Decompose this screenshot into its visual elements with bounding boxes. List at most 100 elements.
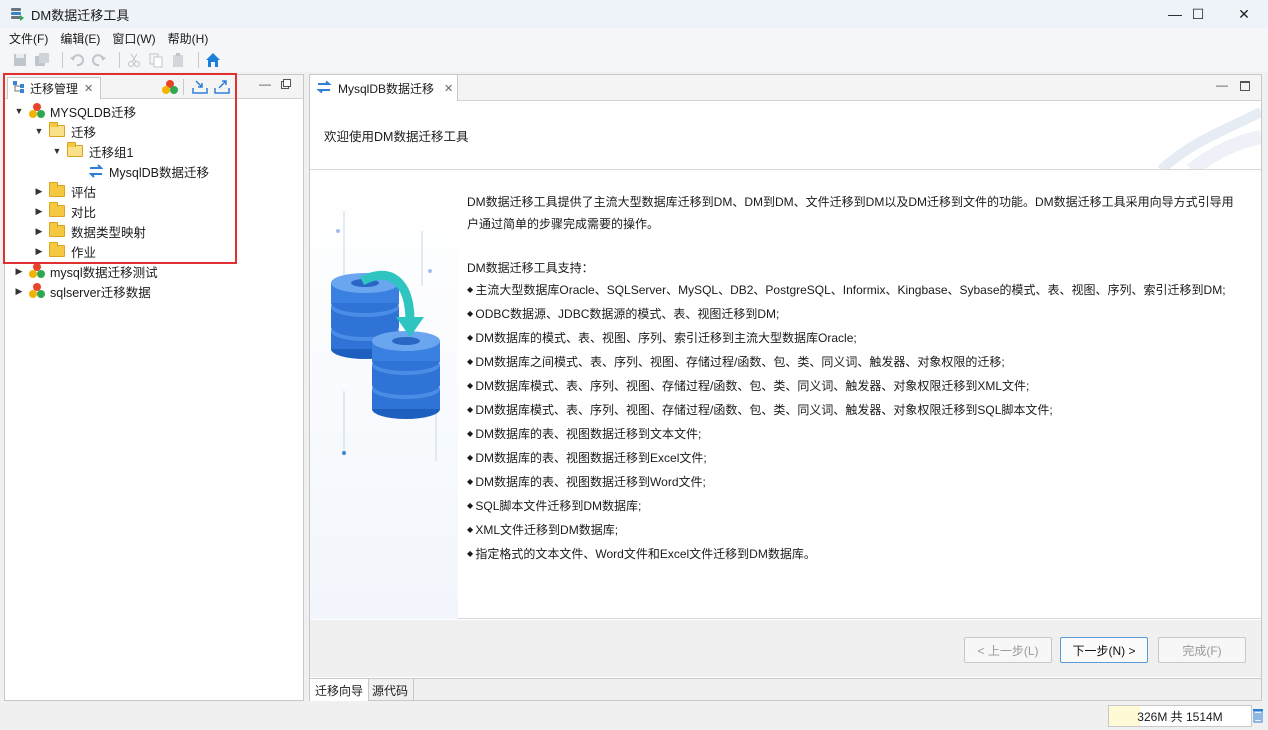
- tab-label: MysqlDB数据迁移: [338, 81, 435, 96]
- tree-label: MYSQLDB迁移: [50, 105, 137, 120]
- welcome-header: 欢迎使用DM数据迁移工具: [310, 102, 1261, 170]
- intro-line: DM数据迁移工具提供了主流大型数据库迁移到DM、DM到DM、文件迁移到DM以及D…: [467, 195, 1234, 209]
- tree-item-mysql-migration-test[interactable]: ▶ mysql数据迁移测试: [13, 261, 158, 281]
- toolbar-separator: [62, 52, 63, 68]
- chevron-right-icon[interactable]: ▶: [33, 205, 45, 217]
- save-icon[interactable]: [12, 52, 28, 68]
- left-panel-tabbar: 迁移管理 ✕ —: [5, 75, 303, 99]
- intro-line: 户通过简单的步骤完成需要的操作。: [467, 217, 660, 231]
- chevron-right-icon[interactable]: ▶: [33, 245, 45, 257]
- next-button[interactable]: 下一步(N) >: [1060, 637, 1148, 663]
- chevron-right-icon[interactable]: ▶: [33, 225, 45, 237]
- tab-separator: [183, 79, 184, 95]
- tree-item-jobs[interactable]: ▶ 作业: [33, 241, 96, 261]
- support-item: DM数据库的表、视图数据迁移到Excel文件;: [467, 447, 1257, 471]
- minimize-view-icon[interactable]: —: [1216, 78, 1228, 92]
- menu-file[interactable]: 文件(F): [4, 30, 53, 47]
- editor-tabbar: MysqlDB数据迁移 ✕ —: [310, 75, 1261, 101]
- redo-icon[interactable]: [91, 52, 107, 68]
- cut-icon[interactable]: [126, 52, 142, 68]
- support-item: DM数据库的表、视图数据迁移到Word文件;: [467, 471, 1257, 495]
- folder-icon: [49, 222, 65, 237]
- menu-help[interactable]: 帮助(H): [163, 30, 214, 47]
- tab-source-code[interactable]: 源代码: [367, 679, 415, 701]
- title-bar: DM数据迁移工具 — ☐ ✕: [0, 0, 1268, 28]
- support-item: DM数据库的表、视图数据迁移到文本文件;: [467, 423, 1257, 447]
- folder-open-icon: [49, 122, 65, 137]
- welcome-body: DM数据迁移工具提供了主流大型数据库迁移到DM、DM到DM、文件迁移到DM以及D…: [310, 171, 1261, 619]
- tree-label: MysqlDB数据迁移: [109, 165, 210, 180]
- copy-icon[interactable]: [148, 52, 164, 68]
- tree-item-assessment[interactable]: ▶ 评估: [33, 181, 96, 201]
- close-icon[interactable]: ✕: [444, 82, 453, 95]
- minimize-view-icon[interactable]: —: [259, 77, 271, 91]
- tab-mysqldb-data-migration[interactable]: MysqlDB数据迁移 ✕: [310, 75, 458, 101]
- support-item: DM数据库模式、表、序列、视图、存储过程/函数、包、类、同义词、触发器、对象权限…: [467, 399, 1257, 423]
- migration-project-icon: [29, 103, 45, 119]
- menu-window[interactable]: 窗口(W): [107, 30, 160, 47]
- export-icon[interactable]: [213, 79, 231, 98]
- tree-item-sqlserver-migration[interactable]: ▶ sqlserver迁移数据: [13, 281, 151, 301]
- tab-label: 迁移管理: [30, 82, 79, 96]
- folder-icon: [49, 202, 65, 217]
- tree-label: 迁移: [71, 125, 97, 140]
- tree-label: 迁移组1: [89, 145, 134, 160]
- tree-item-data-type-mapping[interactable]: ▶ 数据类型映射: [33, 221, 146, 241]
- tree-label: sqlserver迁移数据: [50, 285, 151, 300]
- migration-arrows-icon: [87, 164, 105, 178]
- new-migration-icon[interactable]: [162, 79, 178, 98]
- tab-migration-manager[interactable]: 迁移管理 ✕: [7, 77, 101, 99]
- chevron-down-icon[interactable]: ▼: [33, 125, 45, 137]
- description-text: DM数据迁移工具提供了主流大型数据库迁移到DM、DM到DM、文件迁移到DM以及D…: [467, 191, 1257, 567]
- toolbar-separator: [119, 52, 120, 68]
- tree-label: 作业: [71, 245, 97, 260]
- heap-status[interactable]: 326M 共 1514M: [1108, 705, 1252, 727]
- paste-icon[interactable]: [170, 52, 186, 68]
- support-item: DM数据库的模式、表、视图、序列、索引迁移到主流大型数据库Oracle;: [467, 327, 1257, 351]
- toolbar: [0, 48, 1268, 72]
- tree-item-compare[interactable]: ▶ 对比: [33, 201, 96, 221]
- home-icon[interactable]: [205, 52, 221, 68]
- migration-project-icon: [29, 263, 45, 279]
- decorative-waves: [1157, 107, 1261, 169]
- tree-label: mysql数据迁移测试: [50, 265, 158, 280]
- window-title: DM数据迁移工具: [31, 7, 130, 23]
- maximize-view-icon[interactable]: [281, 78, 291, 92]
- tree-label: 评估: [71, 185, 97, 200]
- tree-view-icon: [12, 80, 26, 97]
- chevron-down-icon[interactable]: ▼: [13, 105, 25, 117]
- tree-item-mysqldb-migration[interactable]: ▼ MYSQLDB迁移: [13, 101, 136, 121]
- tree-item-migration-group-1[interactable]: ▼ 迁移组1: [51, 141, 133, 161]
- tree-item-mysqldb-data-migration[interactable]: MysqlDB数据迁移: [87, 161, 209, 181]
- trash-icon[interactable]: [1252, 707, 1264, 723]
- close-button[interactable]: ✕: [1221, 0, 1267, 28]
- folder-icon: [49, 182, 65, 197]
- migration-manager-panel: 迁移管理 ✕ — ▼ MYSQLDB迁移 ▼ 迁移 ▼ 迁移组1 MysqlDB…: [3, 73, 304, 701]
- migration-wizard-editor: MysqlDB数据迁移 ✕ — 欢迎使用DM数据迁移工具 DM数据迁移工具提供了…: [309, 74, 1262, 701]
- support-item: 主流大型数据库Oracle、SQLServer、MySQL、DB2、Postgr…: [467, 279, 1257, 303]
- import-icon[interactable]: [191, 79, 209, 98]
- migration-arrows-icon: [316, 80, 332, 96]
- menu-edit[interactable]: 编辑(E): [55, 30, 105, 47]
- close-icon[interactable]: ✕: [84, 82, 93, 95]
- maximize-button[interactable]: ☐: [1175, 0, 1221, 28]
- database-migration-illustration: [310, 171, 458, 619]
- maximize-view-icon[interactable]: [1240, 81, 1250, 91]
- undo-icon[interactable]: [69, 52, 85, 68]
- chevron-right-icon[interactable]: ▶: [13, 265, 25, 277]
- welcome-title: 欢迎使用DM数据迁移工具: [324, 130, 469, 144]
- tree-item-migration[interactable]: ▼ 迁移: [33, 121, 96, 141]
- tree-label: 数据类型映射: [71, 225, 147, 240]
- menu-bar: 文件(F) 编辑(E) 窗口(W) 帮助(H): [0, 28, 1268, 48]
- chevron-down-icon[interactable]: ▼: [51, 145, 63, 157]
- support-item: SQL脚本文件迁移到DM数据库;: [467, 495, 1257, 519]
- chevron-right-icon[interactable]: ▶: [13, 285, 25, 297]
- toolbar-separator: [198, 52, 199, 68]
- bottom-tabs: 迁移向导 源代码: [310, 678, 1261, 701]
- finish-button[interactable]: 完成(F): [1158, 637, 1246, 663]
- tab-migration-wizard[interactable]: 迁移向导: [310, 679, 370, 701]
- prev-button[interactable]: < 上一步(L): [964, 637, 1052, 663]
- save-all-icon[interactable]: [34, 52, 50, 68]
- app-icon: [9, 6, 25, 22]
- chevron-right-icon[interactable]: ▶: [33, 185, 45, 197]
